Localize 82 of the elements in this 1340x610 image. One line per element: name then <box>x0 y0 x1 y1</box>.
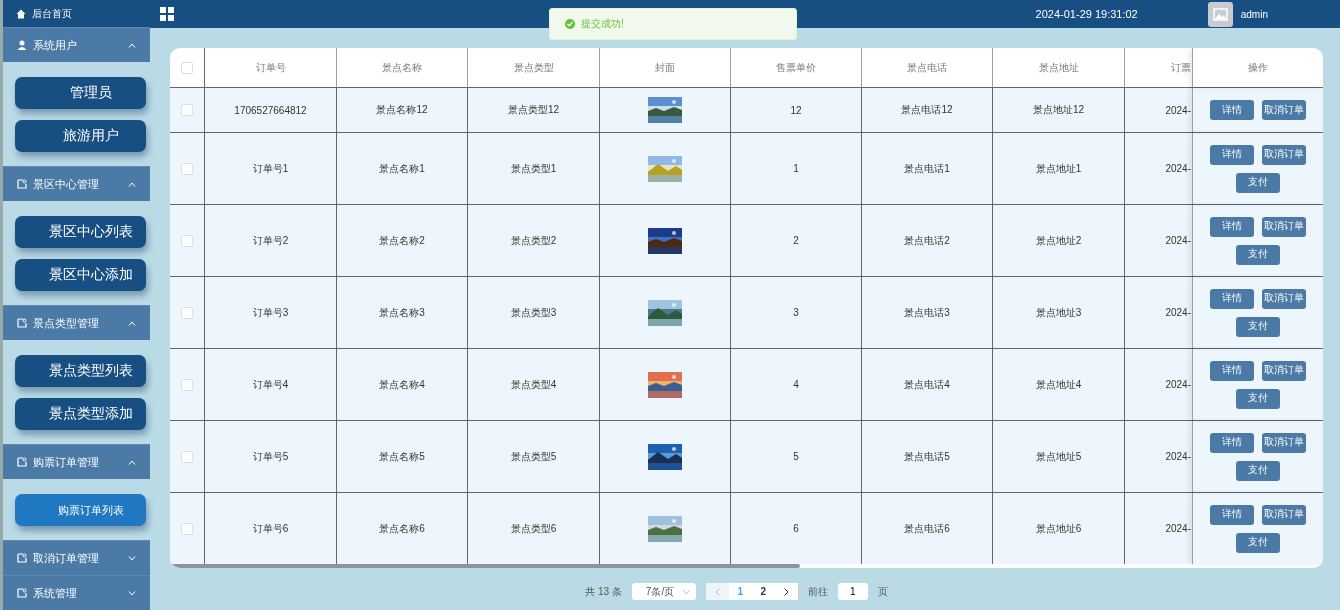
submenu-button[interactable]: 旅游用户 <box>15 120 146 152</box>
action-button[interactable]: 支付 <box>1236 172 1280 193</box>
chevron-icon <box>128 320 136 326</box>
checkbox[interactable] <box>181 306 193 319</box>
previous-page-button[interactable] <box>705 583 729 600</box>
table-cell-text: 2024- <box>1164 234 1192 248</box>
chevron-right-icon <box>783 587 789 596</box>
next-page-button[interactable] <box>774 583 798 600</box>
action-button[interactable]: 支付 <box>1236 244 1280 265</box>
document-icon <box>17 588 27 598</box>
scrollbar-thumb[interactable] <box>170 564 800 568</box>
action-button[interactable]: 详情 <box>1210 288 1254 309</box>
check-circle-icon <box>565 19 575 29</box>
caret-icon <box>682 589 690 594</box>
submenu-button[interactable]: 景区中心添加 <box>15 259 146 291</box>
action-button[interactable]: 详情 <box>1210 216 1254 237</box>
menu-group-header[interactable]: 景区中心管理 <box>3 166 150 201</box>
chevron-icon <box>128 555 136 561</box>
action-button[interactable]: 支付 <box>1236 388 1280 409</box>
page-input[interactable]: 1 <box>837 583 868 600</box>
action-button[interactable]: 支付 <box>1236 316 1280 337</box>
toast-message: 提交成功! <box>581 17 624 31</box>
user-icon <box>17 40 27 50</box>
document-icon <box>17 553 27 563</box>
chevron-icon <box>128 42 136 48</box>
action-button[interactable]: 取消订单 <box>1262 100 1306 120</box>
chevron-icon <box>128 459 136 465</box>
page-suffix: 页 <box>877 584 888 599</box>
checkbox[interactable] <box>181 104 193 116</box>
action-button[interactable]: 支付 <box>1236 460 1280 481</box>
action-button[interactable]: 详情 <box>1210 504 1254 525</box>
date-time: 2024-01-29 19:31:02 <box>1035 8 1138 20</box>
avatar-image-icon[interactable] <box>1207 1 1233 27</box>
menu-group-header[interactable]: 取消订单管理 <box>3 540 150 575</box>
submenu-button[interactable]: 管理员 <box>15 77 146 109</box>
table-cell-text: 2024- <box>1164 103 1192 118</box>
page-size-select[interactable]: 7条/页 <box>631 583 696 600</box>
menu-group-header[interactable]: 系统用户 <box>3 27 150 62</box>
table-cell-text: 2024- <box>1164 522 1192 536</box>
submenu-button[interactable]: 购票订单列表 <box>15 494 146 526</box>
checkbox[interactable] <box>181 61 193 74</box>
table-cell-text: 2024- <box>1164 378 1192 392</box>
page-button[interactable]: 1 <box>728 583 752 600</box>
table-cell-text: 2024- <box>1164 162 1192 176</box>
menu-group-header[interactable]: 系统管理 <box>3 575 150 610</box>
menu-group-header[interactable]: 购票订单管理 <box>3 444 150 479</box>
action-button[interactable]: 详情 <box>1210 100 1254 120</box>
document-icon <box>17 318 27 328</box>
menu-group-header[interactable]: 景点类型管理 <box>3 305 150 340</box>
checkbox[interactable] <box>181 522 193 535</box>
grid-menu-icon[interactable] <box>160 7 174 21</box>
submenu-button[interactable]: 景点类型列表 <box>15 355 146 387</box>
sidebar-home-item[interactable]: 后台首页 <box>3 0 150 27</box>
submenu-button[interactable]: 景点类型添加 <box>15 398 146 430</box>
action-button[interactable]: 取消订单 <box>1262 504 1306 525</box>
chevron-icon <box>128 181 136 187</box>
action-button[interactable]: 支付 <box>1236 532 1280 553</box>
action-button[interactable]: 取消订单 <box>1262 360 1306 381</box>
goto-label: 前往 <box>807 584 828 599</box>
table-cell-text: 2024- <box>1164 306 1192 320</box>
action-button[interactable]: 取消订单 <box>1262 432 1306 453</box>
document-icon <box>17 457 27 467</box>
page-button[interactable]: 2 <box>751 583 775 600</box>
total-count: 共 13 条 <box>585 584 622 599</box>
checkbox[interactable] <box>181 234 193 247</box>
action-button[interactable]: 详情 <box>1210 144 1254 165</box>
action-button[interactable]: 详情 <box>1210 432 1254 453</box>
action-button[interactable]: 取消订单 <box>1262 144 1306 165</box>
action-button[interactable]: 详情 <box>1210 360 1254 381</box>
home-icon <box>16 8 26 19</box>
checkbox[interactable] <box>181 378 193 391</box>
action-button[interactable]: 取消订单 <box>1262 216 1306 237</box>
user-name[interactable]: admin <box>1240 8 1268 20</box>
table-cell-text: 2024- <box>1164 450 1192 464</box>
document-icon <box>17 179 27 189</box>
checkbox[interactable] <box>181 162 193 175</box>
action-button[interactable]: 取消订单 <box>1262 288 1306 309</box>
submenu-button[interactable]: 景区中心列表 <box>15 216 146 248</box>
column-header: 订票 <box>1170 60 1192 75</box>
chevron-left-icon <box>714 587 720 596</box>
chevron-icon <box>128 590 136 596</box>
checkbox[interactable] <box>181 450 193 463</box>
